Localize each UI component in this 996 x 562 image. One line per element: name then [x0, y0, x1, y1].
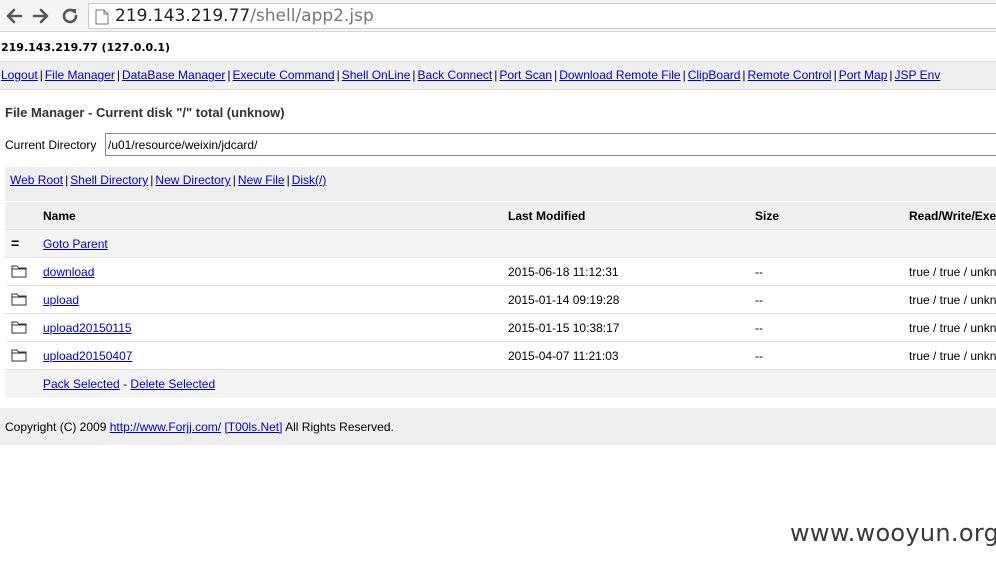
folder-icon	[11, 264, 27, 278]
host-title: 219.143.219.77 (127.0.0.1)	[1, 41, 171, 54]
link-disk-root[interactable]: Disk(/)	[292, 173, 327, 187]
rights-text: All Rights Reserved.	[285, 420, 394, 434]
menu-back-connect[interactable]: Back Connect	[418, 68, 493, 82]
reload-icon[interactable]	[60, 6, 80, 26]
menu-port-map[interactable]: Port Map	[839, 68, 888, 82]
pack-selected-link[interactable]: Pack Selected	[43, 377, 120, 391]
link-shell-directory[interactable]: Shell Directory	[70, 173, 148, 187]
file-modified: 2015-01-15 10:38:17	[508, 321, 620, 335]
menu-port-scan[interactable]: Port Scan	[499, 68, 552, 82]
url-host: 219.143.219.77	[115, 6, 251, 26]
table-row: download 2015-06-18 11:12:31 -- true / t…	[5, 258, 996, 286]
browser-toolbar: 219.143.219.77/shell/app2.jsp	[0, 0, 996, 32]
forward-arrow-icon[interactable]	[31, 6, 51, 26]
file-name-link[interactable]: download	[43, 265, 94, 279]
file-size: --	[755, 321, 763, 335]
file-name-link[interactable]: upload20150407	[43, 349, 132, 363]
menu-logout[interactable]: Logout	[1, 68, 38, 82]
menu-file-manager[interactable]: File Manager	[45, 68, 115, 82]
link-web-root[interactable]: Web Root	[10, 173, 63, 187]
forjj-link[interactable]: http://www.Forjj.com/	[110, 420, 221, 434]
menu-remote-control[interactable]: Remote Control	[748, 68, 832, 82]
current-directory-input[interactable]	[105, 133, 996, 156]
table-row: upload20150407 2015-04-07 11:21:03 -- tr…	[5, 342, 996, 370]
folder-icon	[11, 348, 27, 362]
file-size: --	[755, 265, 763, 279]
menu-shell-online[interactable]: Shell OnLine	[342, 68, 411, 82]
folder-icon	[11, 292, 27, 306]
menu-jsp-env[interactable]: JSP Env	[895, 68, 941, 82]
file-modified: 2015-01-14 09:19:28	[508, 293, 620, 307]
page-icon	[95, 9, 109, 25]
column-size[interactable]: Size	[755, 209, 779, 223]
page-title: File Manager - Current disk "/" total (u…	[5, 105, 285, 120]
link-new-file[interactable]: New File	[238, 173, 285, 187]
file-modified: 2015-04-07 11:21:03	[508, 349, 619, 363]
delete-selected-link[interactable]: Delete Selected	[130, 377, 215, 391]
menu-execute-command[interactable]: Execute Command	[233, 68, 335, 82]
file-size: --	[755, 293, 763, 307]
parent-icon: =	[11, 235, 20, 251]
column-rwx: Read/Write/Exe	[909, 209, 996, 223]
file-modified: 2015-06-18 11:12:31	[508, 265, 619, 279]
link-new-directory[interactable]: New Directory	[155, 173, 230, 187]
goto-parent-link[interactable]: Goto Parent	[43, 237, 108, 251]
file-size: --	[755, 349, 763, 363]
column-name[interactable]: Name	[43, 209, 76, 223]
file-permissions: true / true / unknow	[909, 293, 996, 307]
table-actions: Pack Selected - Delete Selected	[5, 370, 996, 398]
copyright-text: Copyright (C) 2009	[5, 420, 107, 434]
table-row: upload 2015-01-14 09:19:28 -- true / tru…	[5, 286, 996, 314]
table-row: upload20150115 2015-01-15 10:38:17 -- tr…	[5, 314, 996, 342]
menu-download-remote-file[interactable]: Download Remote File	[559, 68, 680, 82]
file-name-link[interactable]: upload20150115	[43, 321, 132, 335]
main-menu: Logout | File Manager | DataBase Manager | Exe…	[0, 62, 996, 90]
directory-shortcuts: Web Root | Shell Directory | New Directory | N…	[5, 167, 996, 201]
back-arrow-icon[interactable]	[4, 6, 24, 26]
url-path: /shell/app2.jsp	[250, 6, 374, 26]
watermark: www.wooyun.org	[790, 519, 996, 547]
file-name-link[interactable]: upload	[43, 293, 79, 307]
actions-separator: -	[123, 377, 128, 391]
t00ls-link[interactable]: [T00ls.Net]	[224, 420, 282, 434]
address-bar[interactable]: 219.143.219.77/shell/app2.jsp	[88, 3, 996, 29]
menu-clipboard[interactable]: ClipBoard	[688, 68, 741, 82]
table-row-parent: = Goto Parent	[5, 230, 996, 258]
address-text: 219.143.219.77/shell/app2.jsp	[115, 6, 374, 26]
column-last-modified[interactable]: Last Modified	[508, 209, 585, 223]
table-header: Name Last Modified Size Read/Write/Exe	[5, 202, 996, 230]
folder-icon	[11, 320, 27, 334]
file-permissions: true / true / unknow	[909, 321, 996, 335]
file-table: Name Last Modified Size Read/Write/Exe =…	[5, 202, 996, 398]
file-permissions: true / true / unknow	[909, 265, 996, 279]
host-header: 219.143.219.77 (127.0.0.1)	[0, 33, 996, 62]
footer: Copyright (C) 2009 http://www.Forjj.com/…	[0, 408, 996, 445]
current-directory-label: Current Directory	[5, 138, 97, 152]
menu-database-manager[interactable]: DataBase Manager	[122, 68, 225, 82]
file-permissions: true / true / unknow	[909, 349, 996, 363]
